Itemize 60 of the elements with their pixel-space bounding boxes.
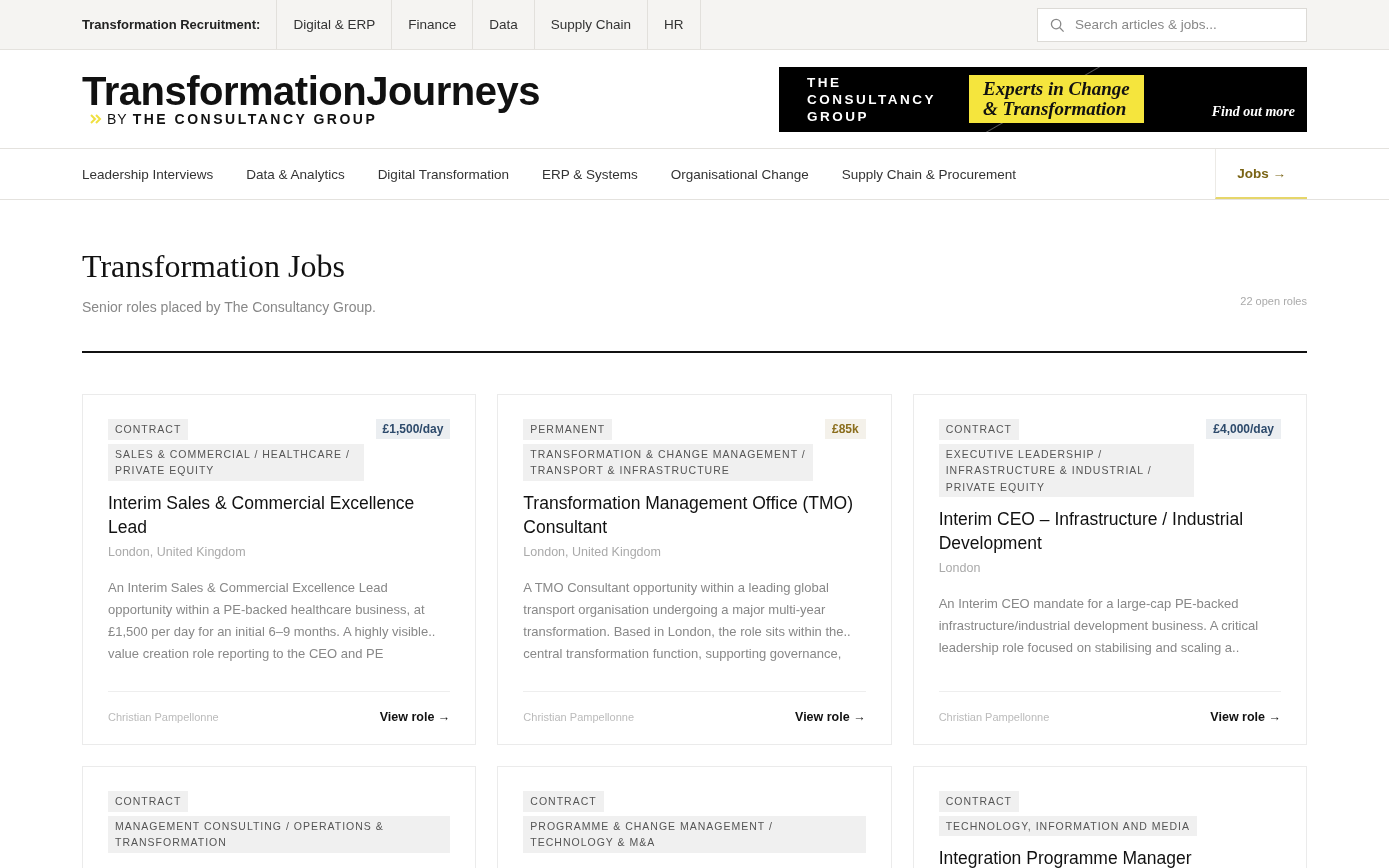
- job-description: A TMO Consultant opportunity within a leading global transport organisation undergoing a major multi-year transformation. Based in London, the role sits within the.. central transformation function, supporting governance,: [523, 578, 852, 663]
- job-description: An Interim Sales & Commercial Excellence Lead opportunity within a PE-backed healthcare business, at £1,500 per day for an initial 6–9 months. A highly visible.. value creation role reporting to the CEO and PE: [108, 578, 437, 663]
- category-link[interactable]: Digital & ERP: [276, 0, 392, 49]
- job-description: An Interim CEO mandate for a large-cap PE-backed infrastructure/industrial development business. A critical leadership role focused on stabilising and scaling a..: [938, 595, 1260, 657]
- site-logo[interactable]: TransformationJourneys: [82, 71, 540, 111]
- job-title[interactable]: Interim Sales & Commercial Excellence Lead: [108, 490, 451, 539]
- banner-brand: THE CONSULTANCY GROUP: [807, 73, 937, 125]
- sector-tag: PROGRAMME & CHANGE MANAGEMENT / TECHNOLOGY & M&A: [523, 815, 866, 853]
- salary-badge: £4,000/day: [1206, 419, 1281, 439]
- search-icon: [1050, 17, 1065, 33]
- nav-tab[interactable]: Organisational Change: [670, 149, 809, 199]
- sector-tag: MANAGEMENT CONSULTING / OPERATIONS & TRANSFORMATION: [108, 815, 451, 853]
- recruiter-name: Christian Pampellonne: [108, 711, 219, 723]
- page-subtitle: Senior roles placed by The Consultancy Group.: [82, 299, 376, 315]
- sector-tag: EXECUTIVE LEADERSHIP / INFRASTRUCTURE & INDUSTRIAL / PRIVATE EQUITY: [938, 443, 1195, 497]
- job-type-tag: CONTRACT: [108, 791, 189, 812]
- ad-banner[interactable]: THE CONSULTANCY GROUP Experts in Change & Transformation Find out more: [779, 66, 1307, 132]
- nav-tab[interactable]: Jobs →: [1215, 149, 1307, 199]
- category-link[interactable]: Supply Chain: [533, 0, 648, 49]
- salary-badge: £85k: [824, 419, 866, 439]
- nav-tab[interactable]: Data & Analytics: [246, 149, 345, 199]
- view-role-link[interactable]: View role →: [795, 710, 866, 724]
- sector-tag: SALES & COMMERCIAL / HEALTHCARE / PRIVATE EQUITY: [108, 443, 364, 481]
- job-title[interactable]: Integration Programme Manager: [938, 846, 1281, 868]
- job-card[interactable]: CONTRACT MANAGEMENT CONSULTING / OPERATIONS & TRANSFORMATION: [82, 766, 477, 868]
- job-type-tag: PERMANENT: [523, 419, 613, 440]
- job-type-tag: CONTRACT: [938, 791, 1019, 812]
- job-type-tag: CONTRACT: [523, 791, 604, 812]
- recruiter-name: Christian Pampellonne: [938, 711, 1050, 723]
- category-link[interactable]: Data: [472, 0, 534, 49]
- banner-headline: Experts in Change & Transformation: [969, 75, 1144, 123]
- job-type-tag: CONTRACT: [938, 419, 1019, 440]
- company-name: THE CONSULTANCY GROUP: [132, 111, 378, 127]
- job-title[interactable]: Interim CEO – Infrastructure / Industrial Development: [938, 507, 1281, 555]
- banner-link[interactable]: Find out more: [1211, 103, 1295, 120]
- job-card[interactable]: CONTRACT TECHNOLOGY, INFORMATION AND MEDIA Integration Programme Manager: [912, 766, 1307, 868]
- nav-tab[interactable]: Leadership Interviews: [82, 149, 214, 199]
- role-count: 22 open roles: [1240, 295, 1307, 307]
- job-location: London, United Kingdom: [523, 544, 662, 559]
- recruitment-label: Transformation Recruitment:: [82, 16, 262, 34]
- job-card[interactable]: CONTRACT PROGRAMME & CHANGE MANAGEMENT / TECHNOLOGY & M&A: [497, 766, 892, 868]
- nav-tab[interactable]: Digital Transformation: [377, 149, 509, 199]
- recruiter-name: Christian Pampellonne: [523, 711, 634, 723]
- job-location: London: [938, 561, 982, 575]
- chevron-icon: [90, 114, 102, 124]
- job-location: London, United Kingdom: [108, 544, 247, 559]
- sector-tag: TECHNOLOGY, INFORMATION AND MEDIA: [938, 815, 1198, 836]
- search-field[interactable]: Search articles & jobs...: [1037, 7, 1307, 42]
- nav-tab[interactable]: ERP & Systems: [541, 149, 638, 199]
- sector-tag: TRANSFORMATION & CHANGE MANAGEMENT / TRANSPORT & INFRASTRUCTURE: [523, 443, 813, 481]
- category-link[interactable]: Finance: [391, 0, 473, 49]
- byline-text: BY: [107, 111, 128, 127]
- nav-tab[interactable]: Supply Chain & Procurement: [841, 149, 1016, 199]
- view-role-link[interactable]: View role →: [1210, 710, 1281, 724]
- job-title[interactable]: Transformation Management Office (TMO) Consultant: [523, 490, 866, 539]
- job-type-tag: CONTRACT: [108, 419, 189, 440]
- salary-badge: £1,500/day: [375, 419, 451, 439]
- page-title: Transformation Jobs: [82, 248, 346, 285]
- view-role-link[interactable]: View role →: [379, 710, 451, 724]
- category-link[interactable]: HR: [647, 0, 701, 49]
